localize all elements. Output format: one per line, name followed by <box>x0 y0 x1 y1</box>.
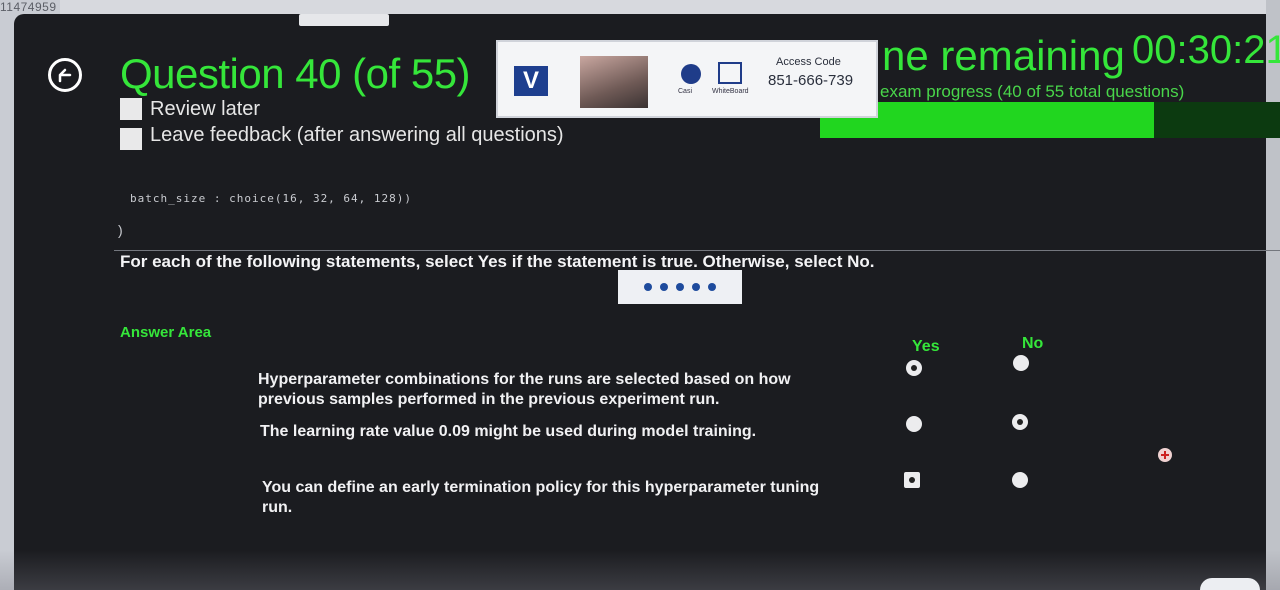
exam-progress-bar <box>820 102 1280 138</box>
webcam-preview <box>580 56 648 108</box>
access-code-label: Access Code <box>776 56 841 68</box>
screen-glare <box>0 550 1280 590</box>
leave-feedback-label[interactable]: Leave feedback (after answering all ques… <box>150 124 564 147</box>
window-id-text: 11474959 <box>0 0 57 14</box>
light-reflection <box>1200 578 1260 590</box>
exam-progress-label: exam progress (40 of 55 total questions) <box>880 82 1185 101</box>
chat-label: Casi <box>678 88 693 95</box>
review-later-checkbox[interactable] <box>120 98 142 120</box>
statement-1-text: Hyperparameter combinations for the runs… <box>258 371 791 408</box>
question-title: Question 40 (of 55) <box>120 50 471 97</box>
hand-cursor-icon <box>1158 448 1172 462</box>
section-divider <box>114 250 1280 251</box>
proctor-logo: V <box>514 66 548 96</box>
answer-area-heading: Answer Area <box>120 324 212 341</box>
statement-1-no-radio[interactable] <box>1013 355 1029 371</box>
question-instruction: For each of the following statements, se… <box>120 252 875 271</box>
back-arrow-icon <box>58 68 72 83</box>
whiteboard-icon[interactable] <box>718 62 742 84</box>
ellipsis-dot-icon <box>660 283 668 291</box>
statement-2-yes-radio[interactable] <box>906 416 922 432</box>
statement-2-text: The learning rate value 0.09 might be us… <box>260 423 757 440</box>
ellipsis-dot-icon <box>692 283 700 291</box>
proctor-toolbar: V Casi WhiteBoard Access Code 851-666-73… <box>496 40 878 118</box>
statement-3-text: You can define an early termination poli… <box>262 479 820 516</box>
code-fragment: batch_size : choice(16, 32, 64, 128)) <box>130 192 413 205</box>
time-remaining-value: 00:30:21 <box>1132 28 1280 72</box>
more-content-toggle[interactable] <box>618 270 742 304</box>
ellipsis-dot-icon <box>676 283 684 291</box>
monitor-frame-right <box>1266 0 1280 590</box>
review-later-label[interactable]: Review later <box>150 98 260 121</box>
statement-3-yes-radio[interactable] <box>904 472 920 488</box>
statement-2-no-radio[interactable] <box>1012 414 1028 430</box>
statement-1-yes-radio[interactable] <box>906 360 922 376</box>
back-button[interactable] <box>48 58 82 92</box>
code-close-paren: ) <box>118 222 123 238</box>
ellipsis-dot-icon <box>708 283 716 291</box>
leave-feedback-checkbox[interactable] <box>120 128 142 150</box>
time-remaining-label: ne remaining <box>882 32 1125 79</box>
column-no-header: No <box>1022 335 1044 352</box>
ellipsis-dot-icon <box>644 283 652 291</box>
access-code-value: 851-666-739 <box>768 72 854 89</box>
statement-3-no-radio[interactable] <box>1012 472 1028 488</box>
exam-screen: Question 40 (of 55) ne remaining 00:30:2… <box>14 14 1280 590</box>
whiteboard-label: WhiteBoard <box>712 88 749 95</box>
chat-icon[interactable] <box>681 64 701 84</box>
column-yes-header: Yes <box>912 338 940 355</box>
taskbar-strip <box>299 14 389 26</box>
